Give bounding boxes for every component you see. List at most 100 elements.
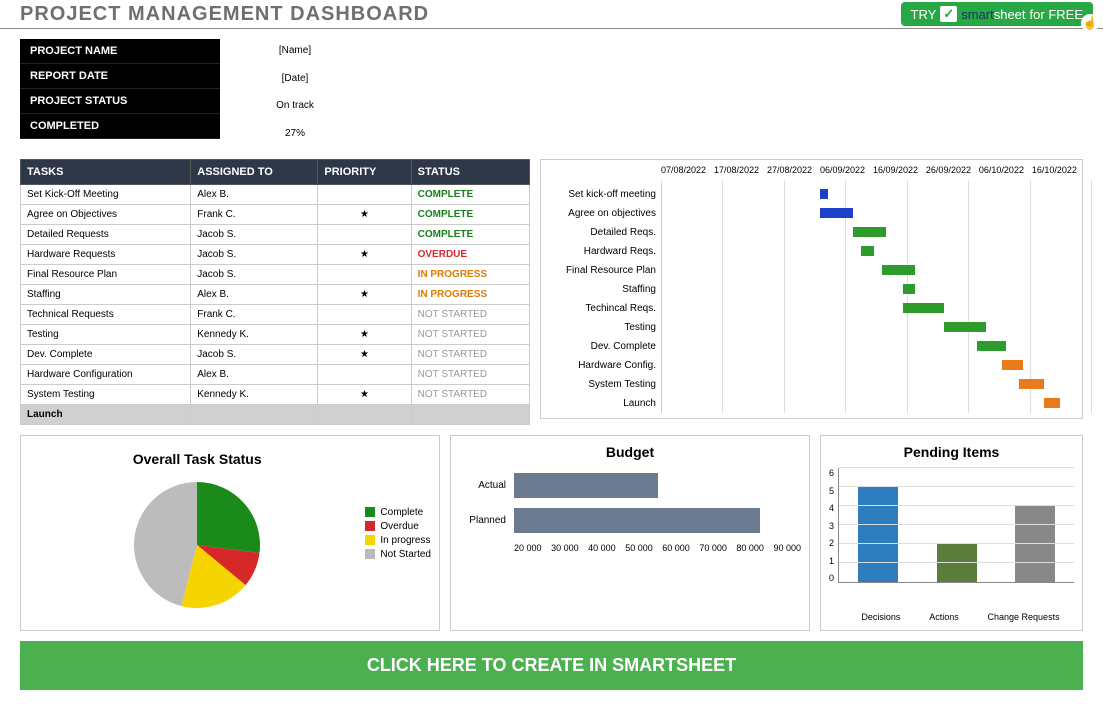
task-name: Technical Requests <box>21 305 191 325</box>
priority: ★ <box>318 385 411 405</box>
info-value: [Date] <box>220 67 370 95</box>
gantt-row: Hardware Config. <box>546 356 1077 375</box>
priority: ★ <box>318 285 411 305</box>
gantt-label: Detailed Reqs. <box>546 227 661 238</box>
gantt-row: Set kick-off meeting <box>546 185 1077 204</box>
col-header: TASKS <box>21 160 191 185</box>
assigned-to: Kennedy K. <box>191 325 318 345</box>
assigned-to: Jacob S. <box>191 345 318 365</box>
gantt-label: Hardward Reqs. <box>546 246 661 257</box>
gantt-row: Final Resource Plan <box>546 261 1077 280</box>
gantt-label: Final Resource Plan <box>546 265 661 276</box>
gantt-date: 26/09/2022 <box>926 165 971 175</box>
task-name: System Testing <box>21 385 191 405</box>
info-value: 27% <box>220 122 370 150</box>
task-name: Hardware Configuration <box>21 365 191 385</box>
chart-title: Budget <box>459 444 801 460</box>
priority <box>318 225 411 245</box>
table-row: Technical RequestsFrank C.NOT STARTED <box>21 305 530 325</box>
pending-items-chart: Pending Items 6543210 DecisionsActionsCh… <box>820 435 1083 631</box>
table-row: Set Kick-Off MeetingAlex B.COMPLETE <box>21 185 530 205</box>
priority: ★ <box>318 245 411 265</box>
priority <box>318 265 411 285</box>
status: OVERDUE <box>411 245 529 265</box>
budget-row: Actual <box>459 468 801 503</box>
priority <box>318 305 411 325</box>
gantt-row: Techincal Reqs. <box>546 299 1077 318</box>
pie-legend: Complete Overdue In progress Not Started <box>365 504 431 563</box>
vbar-yaxis: 6543210 <box>829 468 838 583</box>
vbar-label: Decisions <box>861 612 900 622</box>
gantt-label: Agree on objectives <box>546 208 661 219</box>
assigned-to: Jacob S. <box>191 225 318 245</box>
gantt-label: Launch <box>546 398 661 409</box>
try-label-pre: TRY <box>911 7 937 22</box>
assigned-to: Jacob S. <box>191 265 318 285</box>
task-name: Launch <box>21 405 191 425</box>
hand-cursor-icon: ☝ <box>1081 14 1099 32</box>
budget-label: Actual <box>459 480 514 491</box>
task-name: Staffing <box>21 285 191 305</box>
task-name: Hardware Requests <box>21 245 191 265</box>
vbar-label: Change Requests <box>988 612 1060 622</box>
page-title: PROJECT MANAGEMENT DASHBOARD <box>20 3 429 26</box>
gantt-date: 07/08/2022 <box>661 165 706 175</box>
table-row: Agree on ObjectivesFrank C.★COMPLETE <box>21 205 530 225</box>
brand-smart: smart <box>961 7 994 22</box>
gantt-label: Testing <box>546 322 661 333</box>
info-label: PROJECT STATUS <box>20 89 220 114</box>
table-row: Dev. CompleteJacob S.★NOT STARTED <box>21 345 530 365</box>
legend-item: Complete <box>365 507 431 518</box>
pie-chart <box>117 475 277 615</box>
budget-bar <box>514 473 658 498</box>
vbar-label: Actions <box>929 612 959 622</box>
assigned-to: Jacob S. <box>191 245 318 265</box>
priority: ★ <box>318 205 411 225</box>
legend-label: Not Started <box>380 549 431 560</box>
try-label-post: for FREE <box>1030 7 1083 22</box>
priority: ★ <box>318 345 411 365</box>
vbar-bar <box>858 486 898 582</box>
gantt-bar <box>1002 360 1023 370</box>
gantt-bar <box>1019 379 1044 389</box>
gantt-bar <box>1044 398 1061 408</box>
task-name: Set Kick-Off Meeting <box>21 185 191 205</box>
task-name: Agree on Objectives <box>21 205 191 225</box>
status: COMPLETE <box>411 225 529 245</box>
gantt-row: Agree on objectives <box>546 204 1077 223</box>
chart-title: Overall Task Status <box>29 451 365 467</box>
legend-label: In progress <box>380 535 430 546</box>
col-header: ASSIGNED TO <box>191 160 318 185</box>
gantt-row: System Testing <box>546 375 1077 394</box>
assigned-to: Alex B. <box>191 365 318 385</box>
task-name: Final Resource Plan <box>21 265 191 285</box>
create-in-smartsheet-button[interactable]: CLICK HERE TO CREATE IN SMARTSHEET <box>20 641 1083 690</box>
status: NOT STARTED <box>411 345 529 365</box>
priority <box>318 185 411 205</box>
budget-chart: Budget ActualPlanned20 00030 00040 00050… <box>450 435 810 631</box>
gantt-date: 06/09/2022 <box>820 165 865 175</box>
gantt-label: Dev. Complete <box>546 341 661 352</box>
gantt-label: Hardware Config. <box>546 360 661 371</box>
legend-label: Complete <box>380 507 423 518</box>
launch-row: Launch <box>21 405 530 425</box>
table-row: Hardware RequestsJacob S.★OVERDUE <box>21 245 530 265</box>
gantt-date: 17/08/2022 <box>714 165 759 175</box>
try-smartsheet-button[interactable]: TRY ✓ smartsheet for FREE ☝ <box>901 2 1093 26</box>
gantt-bar <box>853 227 886 237</box>
task-name: Detailed Requests <box>21 225 191 245</box>
gantt-row: Testing <box>546 318 1077 337</box>
budget-label: Planned <box>459 515 514 526</box>
assigned-to: Frank C. <box>191 305 318 325</box>
info-value: [Name] <box>220 39 370 67</box>
vbar-plot <box>838 468 1074 583</box>
gantt-bar <box>903 303 945 313</box>
legend-label: Overdue <box>380 521 418 532</box>
gantt-row: Staffing <box>546 280 1077 299</box>
gantt-row: Dev. Complete <box>546 337 1077 356</box>
gantt-label: Set kick-off meeting <box>546 189 661 200</box>
gantt-date: 16/09/2022 <box>873 165 918 175</box>
project-info: PROJECT NAMEREPORT DATEPROJECT STATUSCOM… <box>0 29 1103 149</box>
table-row: Final Resource PlanJacob S.IN PROGRESS <box>21 265 530 285</box>
gantt-date: 16/10/2022 <box>1032 165 1077 175</box>
